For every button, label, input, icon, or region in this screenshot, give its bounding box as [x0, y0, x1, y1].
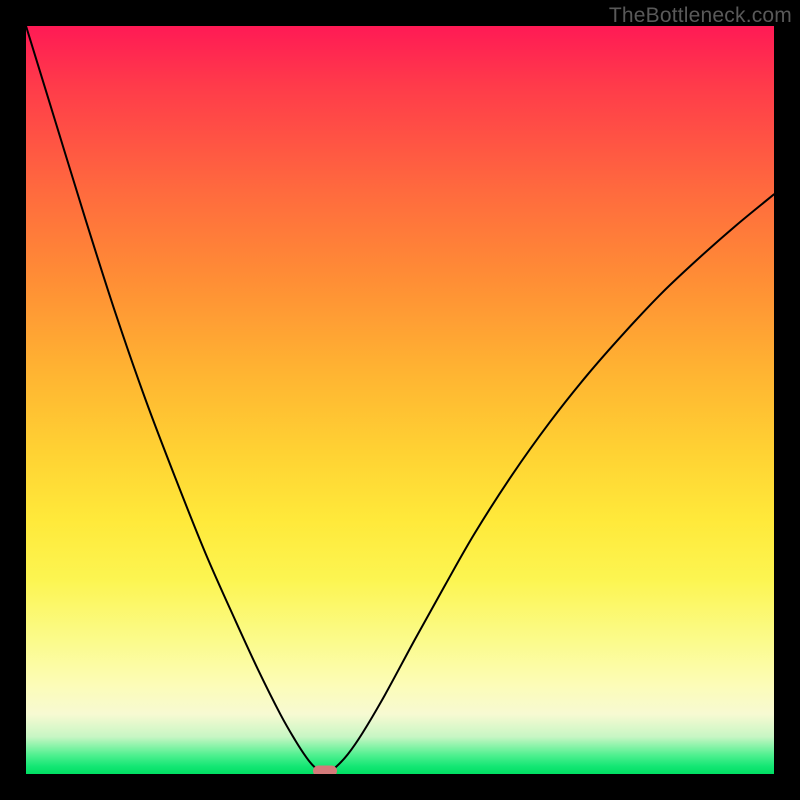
- plot-area: [26, 26, 774, 774]
- gradient-background: [26, 26, 774, 774]
- chart-container: TheBottleneck.com: [0, 0, 800, 800]
- minimum-marker: [313, 766, 337, 775]
- watermark-text: TheBottleneck.com: [609, 4, 792, 28]
